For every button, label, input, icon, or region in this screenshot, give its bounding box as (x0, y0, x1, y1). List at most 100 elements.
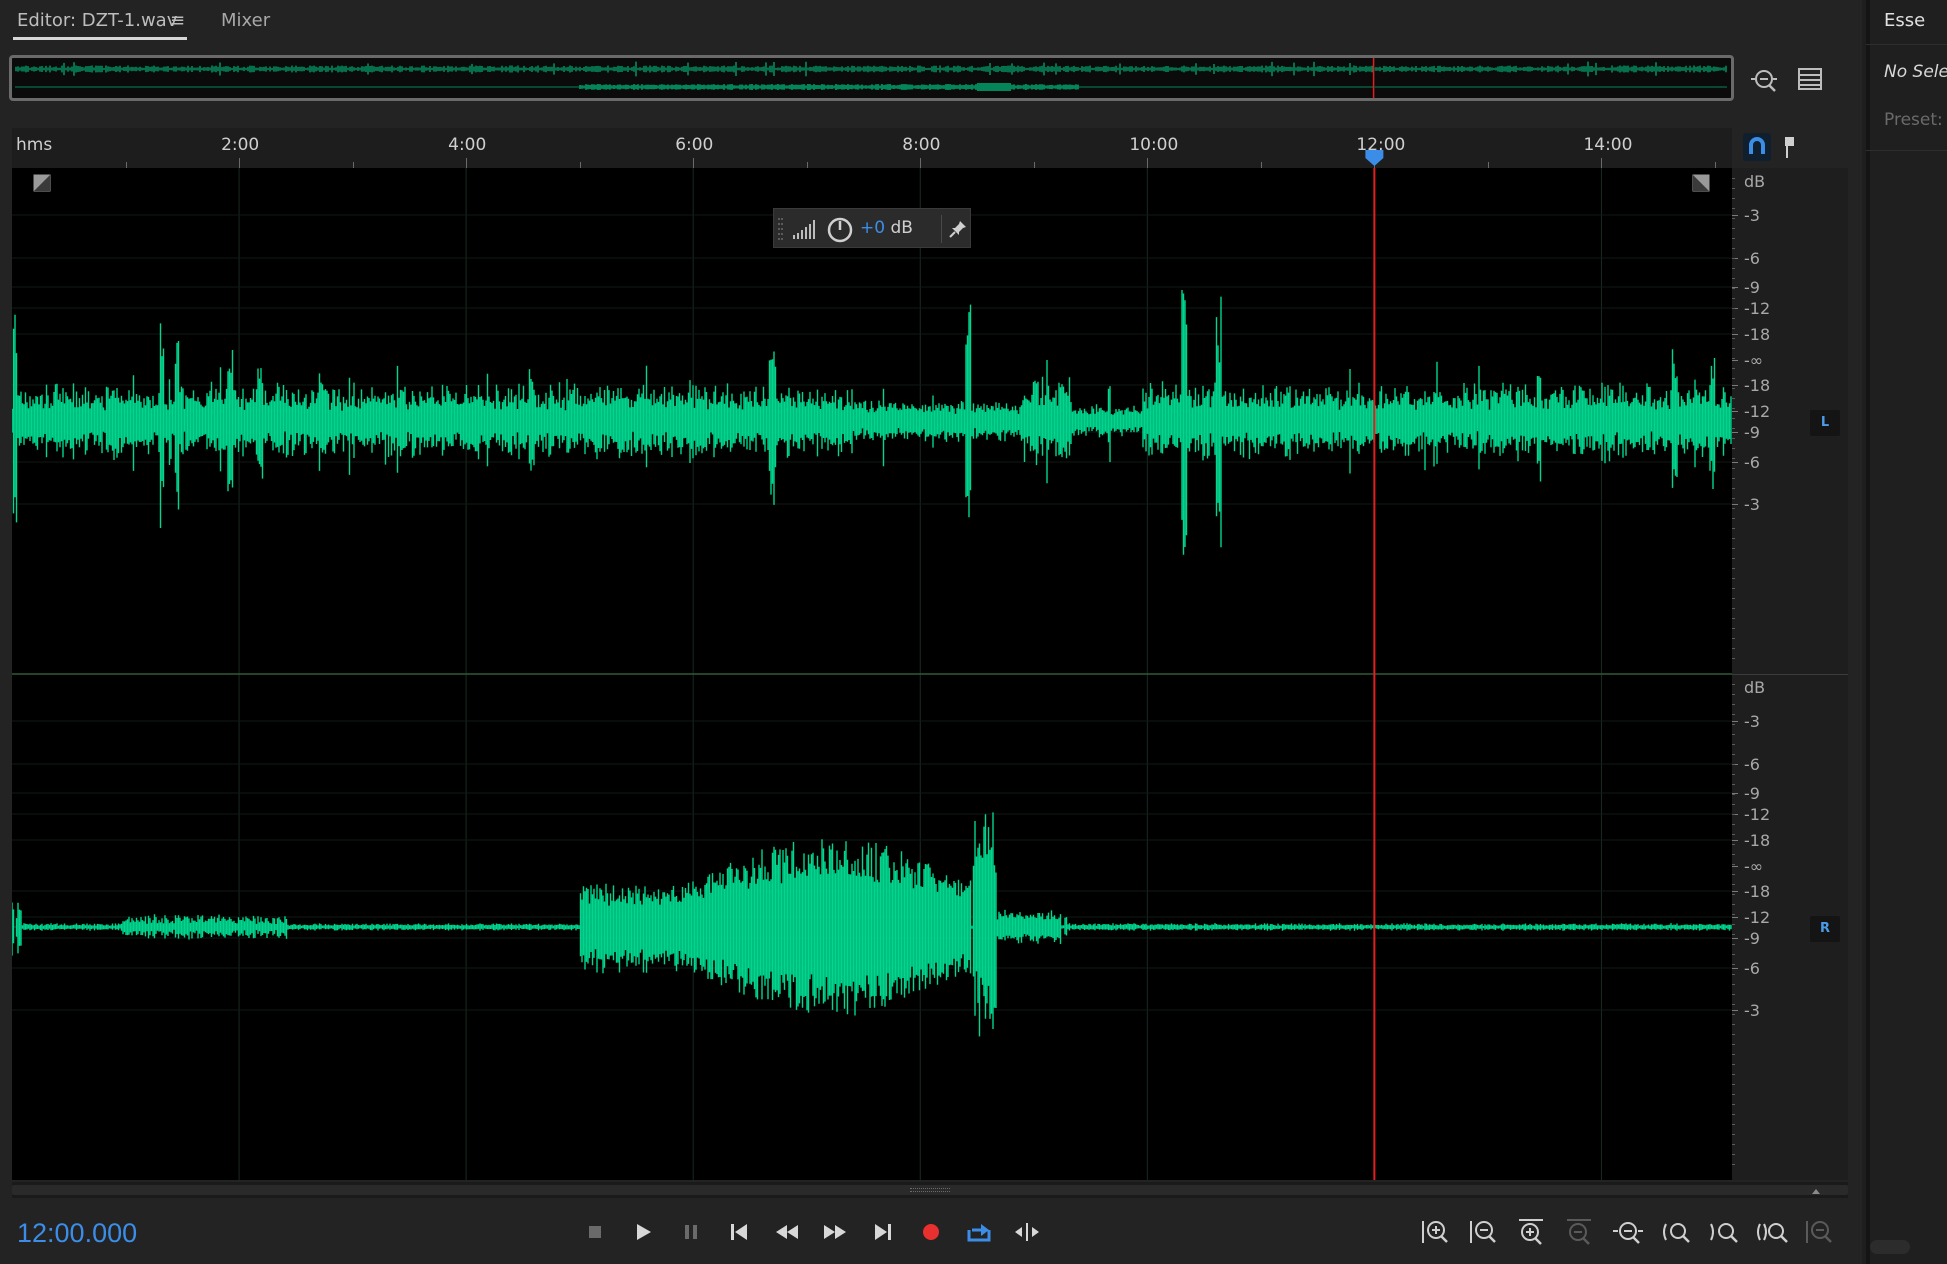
gain-number: +0 (860, 218, 886, 238)
left-channel-waveform (12, 290, 1732, 555)
db-minor-tick (1732, 328, 1735, 329)
overview-navigator[interactable] (9, 55, 1734, 101)
list-view-icon[interactable] (1795, 64, 1825, 94)
db-minor-tick (1732, 1134, 1735, 1135)
snap-magnet-icon[interactable] (1743, 133, 1771, 161)
db-minor-tick (1732, 864, 1735, 865)
db-tick-label: -9 (1744, 784, 1760, 803)
gain-value[interactable]: +0 dB (860, 218, 913, 238)
zoom-out-amplitude-icon[interactable] (1467, 1216, 1501, 1248)
skip-to-end-icon[interactable] (867, 1216, 899, 1248)
rewind-icon[interactable] (771, 1216, 803, 1248)
zoom-to-selection-icon[interactable] (1755, 1216, 1789, 1248)
db-minor-tick (1732, 884, 1735, 885)
db-minor-tick (1732, 934, 1735, 935)
db-minor-tick (1732, 794, 1735, 795)
playhead-handle[interactable] (1365, 150, 1384, 166)
channel-right-toggle[interactable]: R (1810, 916, 1840, 942)
pause-icon[interactable] (675, 1216, 707, 1248)
fade-out-handle-icon[interactable] (1692, 174, 1710, 192)
db-minor-tick (1732, 188, 1735, 189)
scroll-up-arrow-icon[interactable] (1810, 1186, 1822, 1196)
pin-hud-icon[interactable] (948, 219, 968, 239)
db-minor-tick (1732, 498, 1735, 499)
active-tab-indicator (13, 37, 187, 40)
gain-knob-icon[interactable] (826, 216, 854, 244)
gain-hud[interactable]: +0 dB (773, 208, 971, 248)
zoom-in-amplitude-icon[interactable] (1419, 1216, 1453, 1248)
db-tick-label: -3 (1744, 495, 1760, 514)
db-minor-tick (1732, 218, 1735, 219)
loop-playback-icon[interactable] (963, 1216, 995, 1248)
db-minor-tick (1732, 618, 1735, 619)
db-tick (1732, 432, 1738, 433)
record-icon[interactable] (915, 1216, 947, 1248)
db-tick-label: -18 (1744, 376, 1771, 395)
db-minor-tick (1732, 1164, 1735, 1165)
db-minor-tick (1732, 1114, 1735, 1115)
zoom-out-time-icon[interactable] (1563, 1216, 1597, 1248)
db-minor-tick (1732, 608, 1735, 609)
overview-waveform (15, 58, 1727, 98)
essential-sound-tab[interactable]: Esse (1884, 10, 1925, 31)
db-minor-tick (1732, 814, 1735, 815)
db-unit-label: dB (1744, 678, 1766, 697)
tab-mixer[interactable]: Mixer (221, 10, 270, 36)
stop-icon[interactable] (579, 1216, 611, 1248)
db-minor-tick (1732, 368, 1735, 369)
db-minor-tick (1732, 398, 1735, 399)
db-minor-tick (1732, 694, 1735, 695)
db-minor-tick (1732, 734, 1735, 735)
play-icon[interactable] (627, 1216, 659, 1248)
time-ruler[interactable]: hms 2:00 4:00 6:00 8:00 10:00 12:00 14:00 (12, 128, 1732, 168)
db-minor-tick (1732, 1094, 1735, 1095)
fast-forward-icon[interactable] (819, 1216, 851, 1248)
playhead-marker[interactable] (12, 128, 1732, 168)
waveform-canvas[interactable] (12, 168, 1732, 1180)
db-tick (1732, 891, 1738, 892)
db-minor-tick (1732, 964, 1735, 965)
tab-editor[interactable]: Editor: DZT-1.wav (17, 10, 177, 36)
zoom-navigator-icon[interactable] (1749, 64, 1779, 94)
gain-unit: dB (885, 218, 913, 238)
zoom-in-selection-start-icon[interactable] (1659, 1216, 1693, 1248)
audio-editor-app: Editor: DZT-1.wav ≡ Mixer hms 2:00 4:00 6:… (0, 0, 1947, 1264)
current-time-display[interactable]: 12:00.000 (17, 1218, 137, 1249)
panel-scroll-thumb[interactable] (1870, 1240, 1910, 1254)
marker-pin-icon[interactable] (1780, 134, 1800, 160)
waveform-display[interactable] (12, 168, 1732, 1180)
db-minor-tick (1732, 764, 1735, 765)
panel-divider (1866, 150, 1947, 151)
skip-to-start-icon[interactable] (723, 1216, 755, 1248)
channel-left-toggle[interactable]: L (1810, 410, 1840, 436)
zoom-out-full-icon[interactable] (1611, 1216, 1645, 1248)
db-minor-tick (1732, 894, 1735, 895)
overview-channels (15, 61, 1727, 91)
db-tick (1732, 504, 1738, 505)
db-minor-tick (1732, 1074, 1735, 1075)
db-minor-tick (1732, 568, 1735, 569)
db-minor-tick (1732, 1044, 1735, 1045)
db-minor-tick (1732, 488, 1735, 489)
level-meter-icon (793, 220, 815, 239)
db-tick (1732, 462, 1738, 463)
db-tick (1732, 411, 1738, 412)
db-minor-tick (1732, 628, 1735, 629)
db-tick-label: -9 (1744, 929, 1760, 948)
db-minor-tick (1732, 298, 1735, 299)
db-tick-label: -∞ (1744, 351, 1764, 370)
db-minor-tick (1732, 408, 1735, 409)
panel-tabs: Editor: DZT-1.wav ≡ Mixer (0, 0, 1862, 44)
horizontal-scrollbar[interactable] (12, 1182, 1848, 1198)
db-minor-tick (1732, 228, 1735, 229)
db-minor-tick (1732, 1154, 1735, 1155)
panel-menu-icon[interactable]: ≡ (170, 10, 185, 31)
zoom-in-channels-icon[interactable] (1803, 1216, 1837, 1248)
scrollbar-grip[interactable] (910, 1188, 950, 1192)
no-selection-label: No Selec (1884, 62, 1947, 82)
fade-in-handle-icon[interactable] (33, 174, 51, 192)
zoom-in-time-icon[interactable] (1515, 1216, 1549, 1248)
skip-selection-icon[interactable] (1011, 1216, 1043, 1248)
hud-drag-handle-icon[interactable] (778, 216, 784, 242)
zoom-in-selection-end-icon[interactable] (1707, 1216, 1741, 1248)
